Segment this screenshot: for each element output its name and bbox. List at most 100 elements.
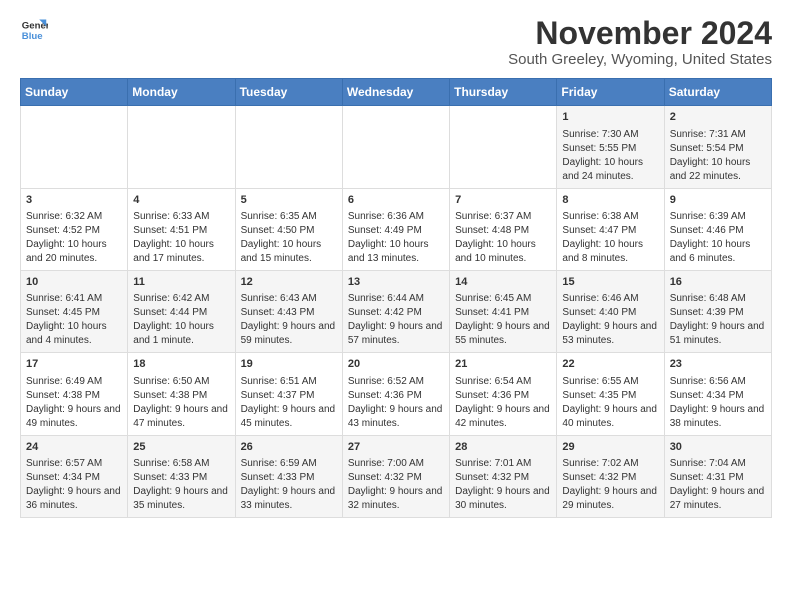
calendar-cell: 27Sunrise: 7:00 AMSunset: 4:32 PMDayligh…: [342, 435, 449, 517]
day-content: Sunrise: 6:51 AM: [241, 375, 337, 389]
calendar-cell: 20Sunrise: 6:52 AMSunset: 4:36 PMDayligh…: [342, 353, 449, 435]
day-content: Sunrise: 7:31 AM: [670, 128, 766, 142]
day-content: Sunset: 4:44 PM: [133, 306, 229, 320]
calendar-cell: 2Sunrise: 7:31 AMSunset: 5:54 PMDaylight…: [664, 106, 771, 188]
day-content: Sunrise: 6:52 AM: [348, 375, 444, 389]
day-content: Daylight: 10 hours and 1 minute.: [133, 320, 229, 348]
day-number: 27: [348, 440, 444, 455]
day-content: Daylight: 10 hours and 10 minutes.: [455, 238, 551, 266]
day-content: Daylight: 10 hours and 8 minutes.: [562, 238, 658, 266]
logo: General Blue: [20, 16, 48, 44]
day-number: 24: [26, 440, 122, 455]
day-content: Sunset: 4:36 PM: [455, 389, 551, 403]
day-content: Sunrise: 6:54 AM: [455, 375, 551, 389]
day-number: 7: [455, 193, 551, 208]
day-content: Sunrise: 6:50 AM: [133, 375, 229, 389]
day-content: Sunset: 4:32 PM: [455, 471, 551, 485]
day-content: Daylight: 10 hours and 17 minutes.: [133, 238, 229, 266]
day-content: Daylight: 9 hours and 53 minutes.: [562, 320, 658, 348]
day-number: 30: [670, 440, 766, 455]
day-content: Daylight: 9 hours and 55 minutes.: [455, 320, 551, 348]
day-content: Sunrise: 6:32 AM: [26, 210, 122, 224]
day-content: Sunset: 4:31 PM: [670, 471, 766, 485]
day-content: Sunrise: 6:45 AM: [455, 292, 551, 306]
calendar-header: SundayMondayTuesdayWednesdayThursdayFrid…: [21, 79, 772, 106]
calendar-cell: 14Sunrise: 6:45 AMSunset: 4:41 PMDayligh…: [450, 270, 557, 352]
day-number: 12: [241, 275, 337, 290]
day-content: Sunset: 4:34 PM: [26, 471, 122, 485]
header-cell-wednesday: Wednesday: [342, 79, 449, 106]
title-area: November 2024 South Greeley, Wyoming, Un…: [508, 16, 772, 68]
calendar-cell: [450, 106, 557, 188]
day-number: 10: [26, 275, 122, 290]
day-number: 28: [455, 440, 551, 455]
calendar-cell: 16Sunrise: 6:48 AMSunset: 4:39 PMDayligh…: [664, 270, 771, 352]
day-number: 17: [26, 357, 122, 372]
svg-text:Blue: Blue: [22, 31, 43, 42]
day-number: 15: [562, 275, 658, 290]
day-content: Sunrise: 7:04 AM: [670, 457, 766, 471]
day-number: 13: [348, 275, 444, 290]
day-content: Sunset: 4:47 PM: [562, 224, 658, 238]
week-row-3: 10Sunrise: 6:41 AMSunset: 4:45 PMDayligh…: [21, 270, 772, 352]
day-number: 8: [562, 193, 658, 208]
day-content: Daylight: 10 hours and 6 minutes.: [670, 238, 766, 266]
calendar-cell: 4Sunrise: 6:33 AMSunset: 4:51 PMDaylight…: [128, 188, 235, 270]
day-content: Daylight: 9 hours and 45 minutes.: [241, 403, 337, 431]
day-content: Sunset: 4:35 PM: [562, 389, 658, 403]
logo-icon: General Blue: [20, 16, 48, 44]
day-number: 6: [348, 193, 444, 208]
day-content: Sunrise: 7:01 AM: [455, 457, 551, 471]
day-number: 23: [670, 357, 766, 372]
day-content: Daylight: 9 hours and 43 minutes.: [348, 403, 444, 431]
day-content: Sunset: 4:40 PM: [562, 306, 658, 320]
calendar-cell: 22Sunrise: 6:55 AMSunset: 4:35 PMDayligh…: [557, 353, 664, 435]
day-number: 16: [670, 275, 766, 290]
calendar-cell: 8 Sunrise: 6:38 AMSunset: 4:47 PMDaylight…: [557, 188, 664, 270]
day-content: Daylight: 9 hours and 29 minutes.: [562, 485, 658, 513]
day-number: 4: [133, 193, 229, 208]
calendar-cell: 11 Sunrise: 6:42 AMSunset: 4:44 PMDayligh…: [128, 270, 235, 352]
day-content: Daylight: 9 hours and 49 minutes.: [26, 403, 122, 431]
calendar-cell: 19Sunrise: 6:51 AMSunset: 4:37 PMDayligh…: [235, 353, 342, 435]
day-content: Sunrise: 6:55 AM: [562, 375, 658, 389]
day-content: Daylight: 10 hours and 13 minutes.: [348, 238, 444, 266]
day-number: 19: [241, 357, 337, 372]
day-number: 5: [241, 193, 337, 208]
week-row-2: 3Sunrise: 6:32 AMSunset: 4:52 PMDaylight…: [21, 188, 772, 270]
day-content: Sunrise: 6:44 AM: [348, 292, 444, 306]
calendar-cell: 5Sunrise: 6:35 AMSunset: 4:50 PMDaylight…: [235, 188, 342, 270]
day-content: Sunrise: 6:38 AM: [562, 210, 658, 224]
day-content: Daylight: 9 hours and 38 minutes.: [670, 403, 766, 431]
day-number: 11: [133, 275, 229, 290]
calendar-cell: 24 Sunrise: 6:57 AMSunset: 4:34 PMDayligh…: [21, 435, 128, 517]
calendar-cell: 9Sunrise: 6:39 AMSunset: 4:46 PMDaylight…: [664, 188, 771, 270]
day-content: Sunrise: 6:37 AM: [455, 210, 551, 224]
day-content: Daylight: 10 hours and 20 minutes.: [26, 238, 122, 266]
day-content: Sunset: 4:38 PM: [133, 389, 229, 403]
day-content: Sunset: 4:38 PM: [26, 389, 122, 403]
day-content: Sunrise: 6:49 AM: [26, 375, 122, 389]
day-content: Daylight: 9 hours and 36 minutes.: [26, 485, 122, 513]
day-content: Sunset: 4:41 PM: [455, 306, 551, 320]
header-cell-tuesday: Tuesday: [235, 79, 342, 106]
calendar-cell: 29Sunrise: 7:02 AMSunset: 4:32 PMDayligh…: [557, 435, 664, 517]
day-content: Sunrise: 6:57 AM: [26, 457, 122, 471]
calendar-cell: [342, 106, 449, 188]
day-content: Sunrise: 6:39 AM: [670, 210, 766, 224]
day-content: Sunset: 4:32 PM: [348, 471, 444, 485]
day-content: Sunrise: 6:42 AM: [133, 292, 229, 306]
header-cell-thursday: Thursday: [450, 79, 557, 106]
day-content: Sunset: 4:33 PM: [241, 471, 337, 485]
day-number: 29: [562, 440, 658, 455]
day-content: Sunrise: 6:41 AM: [26, 292, 122, 306]
day-number: 3: [26, 193, 122, 208]
day-content: Daylight: 10 hours and 24 minutes.: [562, 156, 658, 184]
calendar-cell: 6Sunrise: 6:36 AMSunset: 4:49 PMDaylight…: [342, 188, 449, 270]
day-number: 18: [133, 357, 229, 372]
page-title: November 2024: [508, 16, 772, 51]
calendar-cell: 28Sunrise: 7:01 AMSunset: 4:32 PMDayligh…: [450, 435, 557, 517]
day-content: Sunset: 4:52 PM: [26, 224, 122, 238]
day-content: Sunset: 5:54 PM: [670, 142, 766, 156]
calendar-cell: 30Sunrise: 7:04 AMSunset: 4:31 PMDayligh…: [664, 435, 771, 517]
